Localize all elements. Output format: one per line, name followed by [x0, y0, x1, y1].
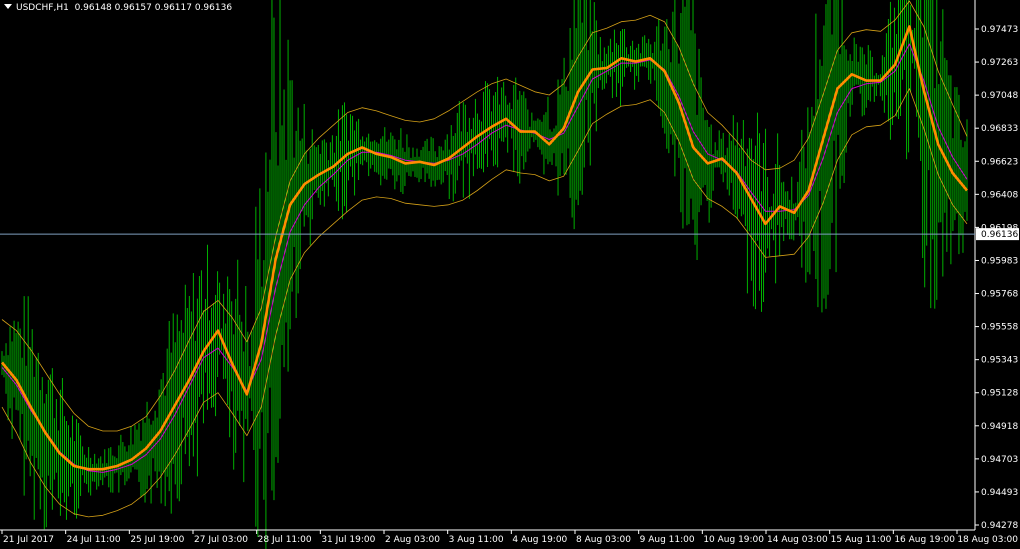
y-tick-label: 0.94703 [981, 455, 1018, 465]
y-tick-label: 0.95768 [981, 290, 1018, 300]
y-tick-label: 0.97263 [981, 58, 1018, 68]
y-tick-label: 0.95983 [981, 256, 1018, 266]
x-tick-label: 8 Aug 03:00 [576, 535, 631, 545]
y-tick-label: 0.97473 [981, 25, 1018, 35]
y-tick-label: 0.94493 [981, 488, 1018, 498]
price-chart[interactable]: 0.97473 0.97263 0.97048 0.96833 0.96623 0.964… [0, 0, 1020, 549]
x-tick-label: 3 Aug 11:00 [449, 535, 504, 545]
x-tick-label: 4 Aug 19:00 [512, 535, 567, 545]
x-tick-label: 31 Jul 19:00 [321, 535, 375, 545]
y-tick-label: 0.95558 [981, 323, 1018, 333]
y-tick-label: 0.95343 [981, 356, 1018, 366]
x-tick-label: 18 Aug 03:00 [957, 535, 1018, 545]
y-tick-label: 0.94278 [981, 521, 1018, 531]
y-tick-label: 0.97048 [981, 91, 1018, 101]
x-tick-label: 2 Aug 03:00 [385, 535, 440, 545]
y-tick-label: 0.94918 [981, 422, 1018, 432]
x-tick-label: 21 Jul 2017 [3, 535, 54, 545]
y-tick-label: 0.96833 [981, 124, 1018, 134]
x-tick-label: 16 Aug 19:00 [894, 535, 955, 545]
x-tick-label: 24 Jul 11:00 [67, 535, 121, 545]
y-tick-label: 0.96623 [981, 157, 1018, 167]
x-tick-label: 14 Aug 03:00 [767, 535, 828, 545]
x-tick-label: 9 Aug 11:00 [640, 535, 695, 545]
y-tick-label: 0.95128 [981, 389, 1018, 399]
y-tick-label: 0.96408 [981, 190, 1018, 200]
price-bars [1, 0, 968, 549]
current-price-tag: 0.96136 [981, 230, 1018, 240]
x-tick-label: 15 Aug 11:00 [831, 535, 892, 545]
x-tick-label: 25 Jul 19:00 [130, 535, 184, 545]
x-tick-label: 10 Aug 19:00 [703, 535, 764, 545]
x-tick-label: 27 Jul 03:00 [194, 535, 248, 545]
x-tick-label: 28 Jul 11:00 [258, 535, 312, 545]
